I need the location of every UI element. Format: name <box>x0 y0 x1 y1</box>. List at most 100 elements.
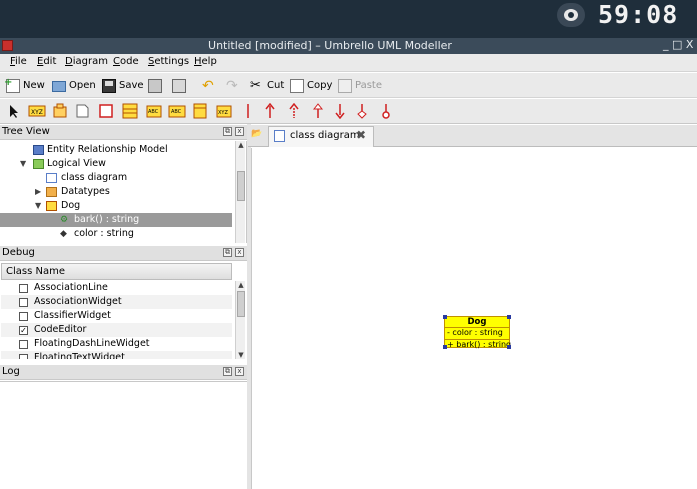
package-tool-icon[interactable] <box>52 103 68 119</box>
diagram-tab-bar: 📂 class diagram ✖ <box>248 125 697 147</box>
eye-icon[interactable] <box>557 3 585 27</box>
tab-class-diagram[interactable]: class diagram ✖ <box>268 126 374 147</box>
datatype-tool-icon[interactable]: XYZ <box>28 103 46 119</box>
dependency-line-icon[interactable] <box>244 103 260 119</box>
tree-item[interactable]: ▶ Datatypes <box>0 185 232 199</box>
scroll-thumb[interactable] <box>237 291 245 317</box>
checkbox[interactable] <box>19 298 28 307</box>
menu-help[interactable]: Help <box>194 56 217 67</box>
association-arrow-icon[interactable] <box>264 102 280 119</box>
copy-button[interactable]: Copy <box>290 77 332 94</box>
window-titlebar: Untitled [modified] – Umbrello UML Model… <box>0 38 697 54</box>
open-button[interactable]: Open <box>52 77 96 94</box>
composition-arrow-icon[interactable] <box>380 103 396 119</box>
diagram-toolbar: XYZ ABC ABC XYZ <box>0 99 697 124</box>
debug-row[interactable]: AssociationWidget <box>1 295 232 309</box>
scroll-thumb[interactable] <box>237 171 245 201</box>
resize-handle[interactable] <box>507 345 511 349</box>
debug-row[interactable]: FloatingTextWidget <box>1 351 232 359</box>
tree-item[interactable]: Entity Relationship Model <box>0 143 232 157</box>
checkbox[interactable] <box>19 340 28 349</box>
resize-handle[interactable] <box>443 345 447 349</box>
tree-view[interactable]: Entity Relationship Model ▼ Logical View… <box>0 141 247 243</box>
cut-button[interactable]: ✂ Cut <box>250 77 284 94</box>
close-tab-icon[interactable]: ✖ <box>356 128 366 142</box>
select-arrow-icon[interactable] <box>6 103 22 119</box>
debug-row[interactable]: AssociationLine <box>1 281 232 295</box>
debug-row[interactable]: FloatingDashLineWidget <box>1 337 232 351</box>
scroll-up-icon[interactable]: ▲ <box>236 281 246 289</box>
tree-item[interactable]: class diagram <box>0 171 232 185</box>
tree-item-selected[interactable]: ⚙ bark() : string <box>0 213 232 227</box>
checkbox[interactable] <box>19 284 28 293</box>
paste-button[interactable]: Paste <box>338 77 382 94</box>
float-panel-icon[interactable]: ⧉ <box>223 367 232 376</box>
float-panel-icon[interactable]: ⧉ <box>223 248 232 257</box>
save-label: Save <box>119 80 144 91</box>
tree-scrollbar[interactable]: ▲ <box>235 141 245 243</box>
printer-icon <box>148 78 162 93</box>
float-panel-icon[interactable]: ⧉ <box>223 127 232 136</box>
checkbox-checked[interactable]: ✓ <box>19 326 28 335</box>
new-label: New <box>23 80 45 91</box>
scroll-down-icon[interactable]: ▼ <box>236 351 246 359</box>
redo-button[interactable]: ↷ <box>226 77 243 94</box>
containment-arrow-icon[interactable] <box>334 103 350 120</box>
menu-settings[interactable]: Settings <box>148 56 189 67</box>
copy-label: Copy <box>307 80 333 91</box>
tree-view-title: Tree View <box>2 126 50 137</box>
scroll-up-icon[interactable]: ▲ <box>236 141 246 149</box>
box-tool-icon[interactable] <box>98 103 114 119</box>
uml-class-dog[interactable]: Dog - color : string + bark() : string <box>443 315 511 349</box>
expand-arrow-icon[interactable]: ▼ <box>20 157 26 171</box>
expand-arrow-icon[interactable]: ▼ <box>35 199 41 213</box>
tree-item[interactable]: ▼ Logical View <box>0 157 232 171</box>
undo-button[interactable]: ↶ <box>202 77 219 94</box>
tree-item[interactable]: ◆ color : string <box>0 227 232 241</box>
checkbox[interactable] <box>19 312 28 321</box>
menu-file[interactable]: File <box>10 56 27 67</box>
datatype2-tool-icon[interactable]: XYZ <box>216 103 232 119</box>
new-tab-icon[interactable]: 📂 <box>251 129 265 141</box>
diagram-icon <box>46 173 57 183</box>
operation-icon: ⚙ <box>60 215 69 225</box>
window-controls[interactable]: _ □ X <box>663 38 693 51</box>
interface-tool-icon[interactable]: ABC <box>146 103 162 119</box>
note-tool-icon[interactable] <box>74 103 90 119</box>
realization-arrow-icon[interactable] <box>312 103 328 119</box>
checkbox[interactable] <box>19 354 28 359</box>
window-title: Untitled [modified] – Umbrello UML Model… <box>208 39 452 52</box>
menu-diagram[interactable]: Diagram <box>65 56 108 67</box>
tree-item[interactable]: ▼ Dog <box>0 199 232 213</box>
debug-scrollbar[interactable]: ▲ ▼ <box>235 281 245 359</box>
class-tool-icon[interactable] <box>122 103 138 119</box>
debug-row[interactable]: ClassifierWidget <box>1 309 232 323</box>
entity-tool-icon[interactable] <box>192 103 208 119</box>
scissors-icon: ✂ <box>250 77 261 93</box>
collapse-arrow-icon[interactable]: ▶ <box>35 185 41 199</box>
aggregation-arrow-icon[interactable] <box>356 103 372 119</box>
resize-handle[interactable] <box>443 315 447 319</box>
folder-green-icon <box>33 159 44 169</box>
folder-blue-icon <box>33 145 44 155</box>
paste-icon <box>338 78 352 93</box>
menu-edit[interactable]: Edit <box>37 56 56 67</box>
enum-tool-icon[interactable]: ABC <box>168 103 186 119</box>
log-panel[interactable] <box>0 381 247 489</box>
close-panel-icon[interactable]: x <box>235 367 244 376</box>
top-status-bar: 59:08 <box>0 0 697 38</box>
menu-code[interactable]: Code <box>113 56 139 67</box>
close-panel-icon[interactable]: x <box>235 248 244 257</box>
copy-icon <box>290 78 304 93</box>
resize-handle[interactable] <box>507 315 511 319</box>
main-toolbar: + New Open Save ↶ ↷ ✂ Cut Copy Paste <box>0 73 697 98</box>
column-header-class-name[interactable]: Class Name <box>1 263 232 280</box>
print-button[interactable] <box>148 77 165 94</box>
folder-icon <box>46 187 57 197</box>
new-button[interactable]: + New <box>4 77 45 94</box>
save-button[interactable]: Save <box>102 77 144 94</box>
debug-row[interactable]: ✓ CodeEditor <box>1 323 232 337</box>
close-panel-icon[interactable]: x <box>235 127 244 136</box>
generalization-arrow-icon[interactable] <box>288 102 304 119</box>
print-preview-button[interactable] <box>172 77 189 94</box>
